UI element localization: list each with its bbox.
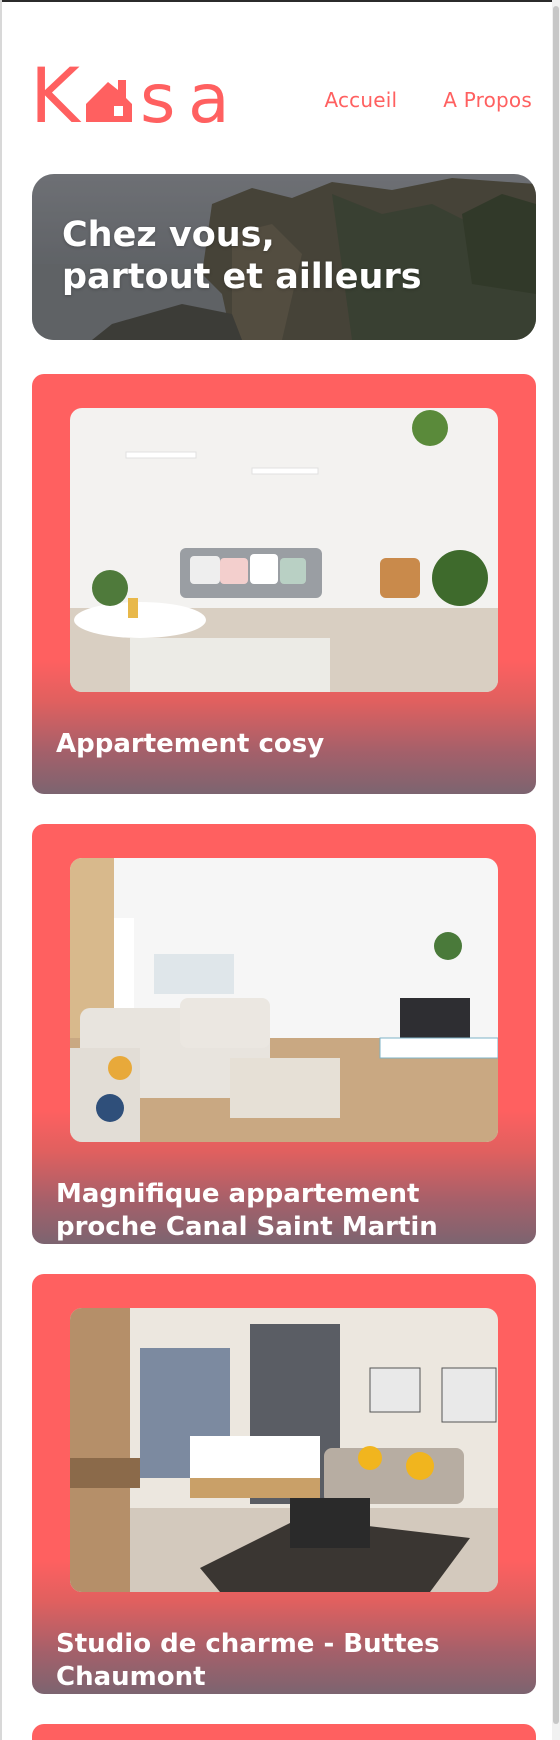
- nav-link-accueil[interactable]: Accueil: [324, 88, 397, 112]
- listing-photo: [70, 858, 498, 1142]
- house-door: [114, 106, 123, 116]
- scrollbar[interactable]: [552, 0, 560, 1740]
- listing-card[interactable]: Appartement cosy: [32, 374, 536, 794]
- listing-card[interactable]: Studio de charme - Buttes Chaumont: [32, 1274, 536, 1694]
- listing-card[interactable]: Magnifique appartement proche Canal Sain…: [32, 824, 536, 1244]
- tagline-line-1: Chez vous,: [62, 215, 275, 255]
- listing-card[interactable]: [32, 1724, 536, 1740]
- main-nav: Accueil A Propos: [324, 88, 532, 112]
- tagline-line-2: partout et ailleurs: [62, 257, 422, 297]
- window-top-border: [0, 0, 560, 2]
- kasa-logo[interactable]: K s a: [30, 51, 256, 140]
- nav-link-a-propos[interactable]: A Propos: [443, 88, 532, 112]
- listing-photo: [70, 1308, 498, 1592]
- house-icon: [86, 80, 132, 122]
- listing-title: Studio de charme - Buttes Chaumont: [56, 1629, 440, 1692]
- listing-title: Magnifique appartement proche Canal Sain…: [56, 1179, 438, 1242]
- window-left-border: [0, 0, 2, 1740]
- listing-title: Appartement cosy: [56, 729, 325, 759]
- kasa-logo-graphic: K s a: [30, 51, 230, 140]
- logo-letter-a: a: [188, 60, 230, 136]
- logo-letter-s: s: [140, 60, 175, 136]
- hero-banner: Chez vous, partout et ailleurs: [32, 174, 536, 340]
- banner-tagline: Chez vous, partout et ailleurs: [62, 214, 422, 298]
- logo-letter-k: K: [30, 60, 82, 136]
- site-header: K s a Accueil A Propos: [30, 51, 532, 140]
- listing-photo: [70, 408, 498, 692]
- scrollbar-thumb[interactable]: [553, 6, 559, 1724]
